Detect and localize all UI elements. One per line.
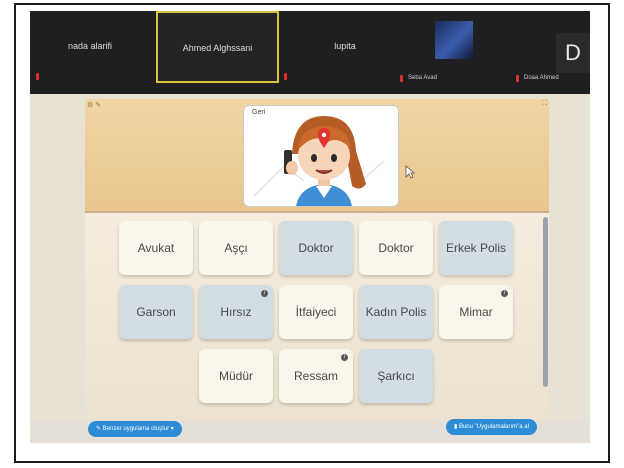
info-icon[interactable]: i [501, 290, 508, 297]
toolbar-icons[interactable]: ⚙ ✎ [87, 101, 101, 109]
job-card[interactable]: Doktor [279, 221, 353, 275]
job-label: Avukat [137, 241, 175, 255]
screen: nada alarifi Ahmed Alghssani lupita Seba… [30, 11, 590, 443]
video-participant-bar: nada alarifi Ahmed Alghssani lupita Seba… [30, 11, 590, 94]
save-to-apps-button[interactable]: ▮ Bunu "Uygulamalarım"a al [446, 419, 537, 435]
participant-name: nada alarifi [67, 41, 113, 51]
job-card[interactable]: Doktor [359, 221, 433, 275]
scene-panel: ⚙ ✎ ⛶ Geri [85, 99, 549, 213]
job-card[interactable]: Mimar i [439, 285, 513, 339]
character-illustration-icon [253, 116, 385, 206]
job-card[interactable]: Garson [119, 285, 193, 339]
bottom-bar: ✎ Benzer uygulama oluştur ▾ ▮ Bunu "Uygu… [30, 419, 590, 443]
info-icon[interactable]: i [341, 354, 348, 361]
job-card[interactable]: Hırsız i [199, 285, 273, 339]
job-label: Doktor [298, 241, 334, 255]
participant-tile[interactable]: nada alarifi [30, 11, 150, 83]
job-card[interactable]: Şarkıcı [359, 349, 433, 403]
job-card[interactable]: Müdür [199, 349, 273, 403]
mic-muted-icon [36, 73, 39, 80]
scrollbar[interactable] [543, 217, 548, 387]
job-label: Kadın Polis [365, 305, 427, 319]
job-card[interactable]: Aşçı [199, 221, 273, 275]
participant-tile-active[interactable]: Ahmed Alghssani [156, 11, 279, 83]
job-label: Ressam [293, 369, 338, 383]
fullscreen-icon[interactable]: ⛶ [542, 100, 547, 108]
app-area: ⚙ ✎ ⛶ Geri Avukat Aşçı Doktor Doktor Erk… [85, 99, 549, 421]
back-label[interactable]: Geri [252, 109, 265, 116]
edit-icon: ✎ [96, 426, 103, 432]
job-card[interactable]: Erkek Polis [439, 221, 513, 275]
participant-name: lupita [334, 41, 356, 51]
participant-video-thumbnail[interactable] [435, 21, 473, 59]
mic-muted-icon [400, 75, 403, 82]
mic-muted-icon [516, 75, 519, 82]
job-card[interactable]: Kadın Polis [359, 285, 433, 339]
chevron-down-icon: ▾ [169, 426, 174, 432]
participant-sub-name: Seba Avad [408, 75, 437, 81]
participant-sub-name: Doaa Ahmed [524, 75, 559, 81]
job-label: Mimar [459, 305, 493, 319]
job-label: Şarkıcı [377, 369, 415, 383]
scene-card: Geri [243, 105, 399, 207]
mouse-cursor-icon [405, 165, 415, 179]
create-similar-button[interactable]: ✎ Benzer uygulama oluştur ▾ [88, 421, 182, 437]
job-card[interactable]: İtfaiyeci [279, 285, 353, 339]
participant-name: Ahmed Alghssani [182, 43, 253, 53]
job-label: Erkek Polis [445, 241, 507, 255]
job-card[interactable]: Avukat [119, 221, 193, 275]
avatar[interactable]: D [556, 33, 590, 73]
job-label: Müdür [218, 369, 253, 383]
participant-tile[interactable]: lupita [285, 11, 405, 83]
job-label: Hırsız [220, 305, 252, 319]
job-card[interactable]: Ressam i [279, 349, 353, 403]
info-icon[interactable]: i [261, 290, 268, 297]
job-label: İtfaiyeci [295, 305, 337, 319]
job-grid: Avukat Aşçı Doktor Doktor Erkek Polis Ga… [85, 213, 549, 421]
job-label: Garson [136, 305, 176, 319]
job-label: Aşçı [224, 241, 248, 255]
job-label: Doktor [378, 241, 414, 255]
